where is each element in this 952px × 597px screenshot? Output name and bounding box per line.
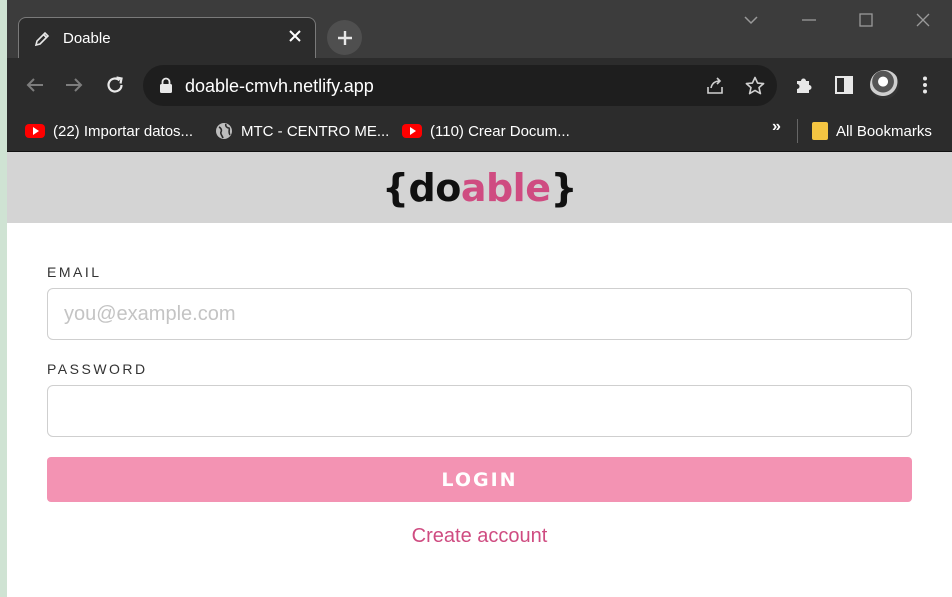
- reload-icon[interactable]: [104, 74, 126, 96]
- minimize-icon[interactable]: [799, 10, 819, 30]
- pencil-icon: [33, 30, 51, 48]
- lock-icon[interactable]: [159, 77, 173, 94]
- bookmarks-divider: [797, 119, 798, 143]
- bookmark-star-icon[interactable]: [744, 75, 766, 97]
- folder-icon: [812, 122, 828, 140]
- maximize-icon[interactable]: [856, 10, 876, 30]
- url-text[interactable]: doable-cmvh.netlify.app: [185, 76, 374, 97]
- all-bookmarks-button[interactable]: All Bookmarks: [812, 120, 932, 142]
- login-button[interactable]: LOGIN: [47, 457, 912, 502]
- back-arrow-icon[interactable]: [24, 74, 46, 96]
- tab-title: Doable: [63, 30, 111, 47]
- bookmark-label: (110) Crear Docum...: [430, 122, 570, 140]
- bookmark-item[interactable]: (110) Crear Docum...: [402, 120, 570, 142]
- new-tab-button[interactable]: [327, 20, 362, 55]
- password-field[interactable]: [47, 385, 912, 437]
- email-label: EMAIL: [47, 264, 102, 280]
- plus-icon: [337, 30, 352, 45]
- share-icon[interactable]: [704, 75, 726, 97]
- bookmark-label: MTC - CENTRO ME...: [241, 122, 390, 140]
- tab-strip: Doable: [7, 0, 952, 58]
- bookmark-item[interactable]: MTC - CENTRO ME...: [215, 120, 389, 142]
- address-bar[interactable]: doable-cmvh.netlify.app: [143, 65, 777, 106]
- browser-window: Doable doable-cmvh.netlify.app (22) Impo…: [7, 0, 952, 597]
- tab-doable[interactable]: Doable: [18, 17, 316, 58]
- email-field[interactable]: [47, 288, 912, 340]
- profile-avatar[interactable]: [870, 70, 899, 99]
- password-label: PASSWORD: [47, 361, 148, 377]
- logo-close-brace: }: [550, 165, 578, 210]
- side-panel-icon[interactable]: [833, 74, 855, 96]
- menu-kebab-icon[interactable]: [914, 74, 936, 96]
- bookmarks-bar: (22) Importar datos... MTC - CENTRO ME..…: [7, 110, 952, 152]
- forward-arrow-icon[interactable]: [63, 74, 85, 96]
- youtube-icon: [402, 124, 422, 138]
- brand-header: {doable}: [7, 152, 952, 223]
- all-bookmarks-label: All Bookmarks: [836, 122, 932, 140]
- tab-search-icon[interactable]: [741, 10, 761, 30]
- page-content: {doable} EMAIL PASSWORD LOGIN Create acc…: [7, 152, 952, 597]
- close-window-icon[interactable]: [913, 10, 933, 30]
- logo-accent-text: able: [460, 165, 551, 210]
- create-account-link[interactable]: Create account: [7, 525, 952, 548]
- close-tab-icon[interactable]: [287, 28, 303, 44]
- extensions-icon[interactable]: [793, 74, 815, 96]
- bookmark-item[interactable]: (22) Importar datos...: [25, 120, 193, 142]
- logo-text: {do: [381, 165, 461, 210]
- youtube-icon: [25, 124, 45, 138]
- browser-toolbar: doable-cmvh.netlify.app: [7, 58, 952, 110]
- globe-icon: [215, 122, 233, 140]
- bookmark-label: (22) Importar datos...: [53, 122, 194, 140]
- bookmarks-overflow-button[interactable]: »: [772, 118, 781, 136]
- doable-logo: {doable}: [381, 165, 578, 210]
